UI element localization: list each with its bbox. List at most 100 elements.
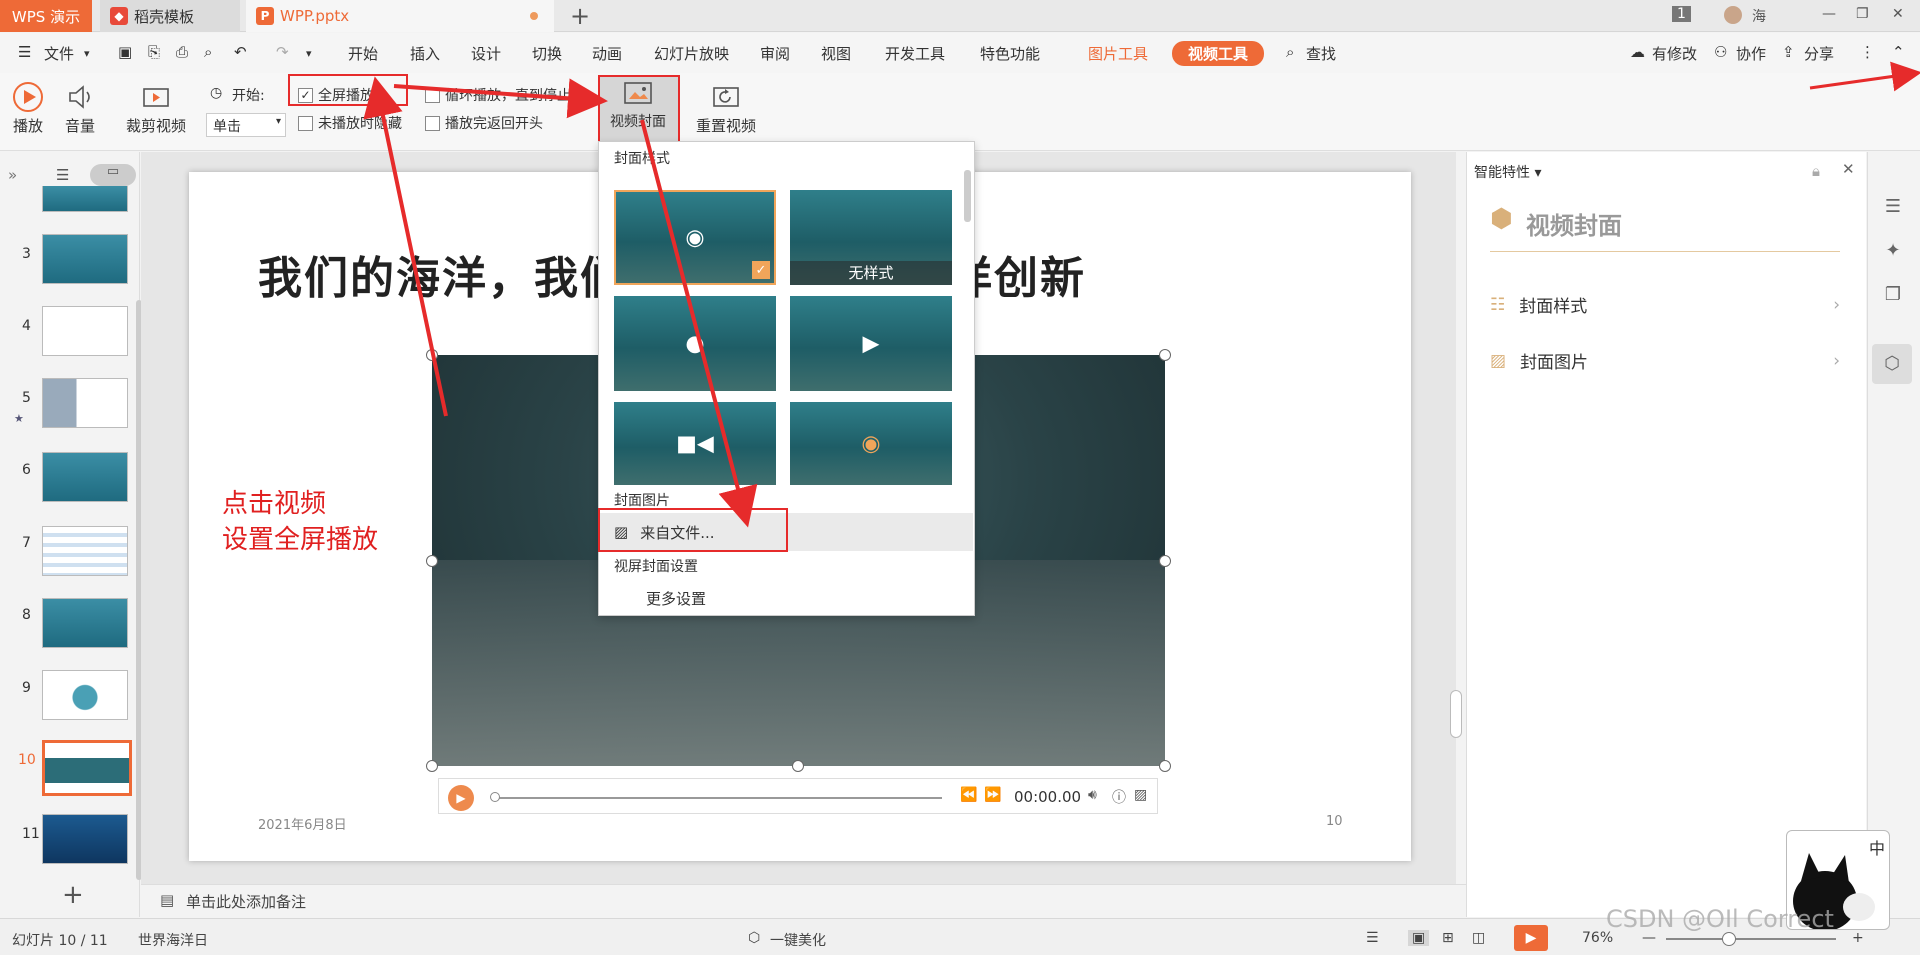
menu-slideshow[interactable]: 幻灯片放映 [654,43,729,64]
more-options-icon[interactable]: ⋮ [1860,43,1875,61]
cover-image-icon[interactable]: ▨ [1134,787,1147,803]
menu-insert[interactable]: 插入 [410,43,440,64]
more-settings-item[interactable]: 更多设置 [646,588,706,609]
lock-icon[interactable]: 🔒︎ [1812,162,1820,180]
menu-transition[interactable]: 切换 [532,43,562,64]
resize-handle[interactable] [1159,760,1171,772]
notes-bar[interactable] [141,884,1466,917]
tab-daoke-template[interactable]: ◆ 稻壳模板 [100,0,240,32]
notes-toggle-icon[interactable]: ☰ [1366,930,1379,946]
resize-handle[interactable] [792,760,804,772]
start-select[interactable]: 单击 ▾ [206,113,286,137]
search-icon[interactable]: ⌕ [1286,43,1294,61]
slide-thumbnail[interactable] [42,186,128,212]
resize-handle[interactable] [1159,555,1171,567]
settings-sliders-icon[interactable]: ☰ [1881,196,1905,220]
theme-name[interactable]: 世界海洋日 [138,930,208,950]
zoom-in-icon[interactable]: + [1852,930,1864,946]
one-click-beautify[interactable]: 一键美化 [770,930,826,950]
notes-placeholder[interactable]: 单击此处添加备注 [186,891,306,912]
redo-icon[interactable]: ↷ [276,43,289,61]
more-chevron-icon[interactable]: ▾ [306,47,312,60]
menu-home[interactable]: 开始 [348,43,378,64]
undo-icon[interactable]: ↶ [234,43,247,61]
loop-checkbox[interactable]: 循环播放，直到停止 [425,85,571,105]
search-button[interactable]: 查找 [1306,43,1336,64]
rewind-icon[interactable]: ⏪ [960,787,977,803]
hide-unplayed-checkbox[interactable]: 未播放时隐藏 [298,113,402,133]
play-button[interactable]: 播放 [10,79,46,136]
print-icon[interactable]: ⎙ [176,43,188,61]
preview-icon[interactable]: ⌕ [204,43,212,61]
forward-icon[interactable]: ⏩ [984,787,1001,803]
share-button[interactable]: 分享 [1804,43,1834,64]
save-icon[interactable]: ▣ [118,43,132,61]
slide-thumbnail-active[interactable] [42,740,132,796]
outline-view-icon[interactable]: ☰ [56,166,69,184]
cover-style-triangle[interactable]: ▶ [790,296,952,391]
tab-wpp-document[interactable]: P WPP.pptx [246,0,554,32]
panel-item-cover-style[interactable]: ☷ 封面样式 › [1490,292,1840,318]
menu-file[interactable]: 文件 [44,43,74,64]
slide-thumbnail[interactable] [42,814,128,864]
expand-pane-icon[interactable]: » [8,166,17,184]
menu-view[interactable]: 视图 [821,43,851,64]
thumbnail-view-icon[interactable]: ▭ [90,164,136,186]
comment-icon[interactable]: ❐ [1881,284,1905,308]
cover-style-white-circle[interactable]: ● [614,296,776,391]
chevron-down-icon[interactable]: ▾ [84,47,90,60]
restore-icon[interactable]: ❐ [1856,6,1869,22]
minimize-icon[interactable]: — [1822,6,1836,22]
panel-header[interactable]: 智能特性 ▾ [1474,162,1541,182]
new-tab-button[interactable]: + [570,2,590,30]
smart-cube-icon[interactable]: ⬡ [1872,344,1912,384]
hamburger-icon[interactable]: ☰ [18,43,31,61]
progress-thumb[interactable] [490,792,500,802]
tab-wps-presentation[interactable]: WPS 演示 [0,0,92,32]
collaborate-button[interactable]: 协作 [1736,43,1766,64]
resize-handle[interactable] [1159,349,1171,361]
cover-style-none[interactable]: 无样式 [790,190,952,285]
slide-thumbnail[interactable] [42,306,128,356]
export-icon[interactable]: ⎘ [148,43,160,61]
zoom-slider-thumb[interactable] [1722,932,1736,946]
collapse-ribbon-icon[interactable]: ⌃ [1892,43,1905,61]
cover-style-play-ring[interactable]: ◉ ✓ [614,190,776,285]
resize-handle[interactable] [426,349,438,361]
rewind-checkbox[interactable]: 播放完返回开头 [425,113,543,133]
canvas-scrollbar[interactable] [1450,690,1462,738]
slide-thumbnail[interactable] [42,378,128,428]
slideshow-play-button[interactable]: ▶ [1514,925,1548,951]
video-play-icon[interactable]: ▶ [448,785,474,811]
pin-icon[interactable]: ✦ [1881,240,1905,264]
menu-video-tools[interactable]: 视频工具 [1172,41,1265,66]
close-icon[interactable]: ✕ [1892,6,1904,22]
reading-view-icon[interactable]: ◫ [1472,930,1485,946]
has-changes-button[interactable]: 有修改 [1652,43,1697,64]
sorter-view-icon[interactable]: ⊞ [1442,930,1454,946]
add-slide-icon[interactable]: + [62,880,84,910]
normal-view-icon[interactable]: ▣ [1408,930,1430,946]
resize-handle[interactable] [426,555,438,567]
slide-thumbnail[interactable] [42,234,128,284]
volume-icon[interactable]: 🔊︎ [1088,787,1097,803]
slide-thumbnail[interactable] [42,452,128,502]
slide-thumbnail[interactable] [42,598,128,648]
panel-item-cover-image[interactable]: ▨ 封面图片 › [1490,348,1840,374]
menu-review[interactable]: 审阅 [760,43,790,64]
cover-style-camera[interactable]: ■◀ [614,402,776,485]
zoom-slider[interactable] [1666,938,1836,940]
menu-design[interactable]: 设计 [471,43,501,64]
info-icon[interactable]: ⓘ [1112,787,1126,807]
cover-style-orange-play[interactable]: ◉ [790,402,952,485]
slide-thumbnail[interactable] [42,526,128,576]
trim-video-button[interactable]: 裁剪视频 [126,79,186,136]
reset-video-button[interactable]: 重置视频 [696,79,756,136]
panel-close-icon[interactable]: ✕ [1842,160,1855,178]
menu-special[interactable]: 特色功能 [980,43,1040,64]
menu-picture-tools[interactable]: 图片工具 [1088,43,1148,64]
slide-thumbnail[interactable] [42,670,128,720]
volume-button[interactable]: 音量 [62,79,98,136]
menu-developer[interactable]: 开发工具 [885,43,945,64]
dropdown-scrollbar[interactable] [964,170,971,222]
